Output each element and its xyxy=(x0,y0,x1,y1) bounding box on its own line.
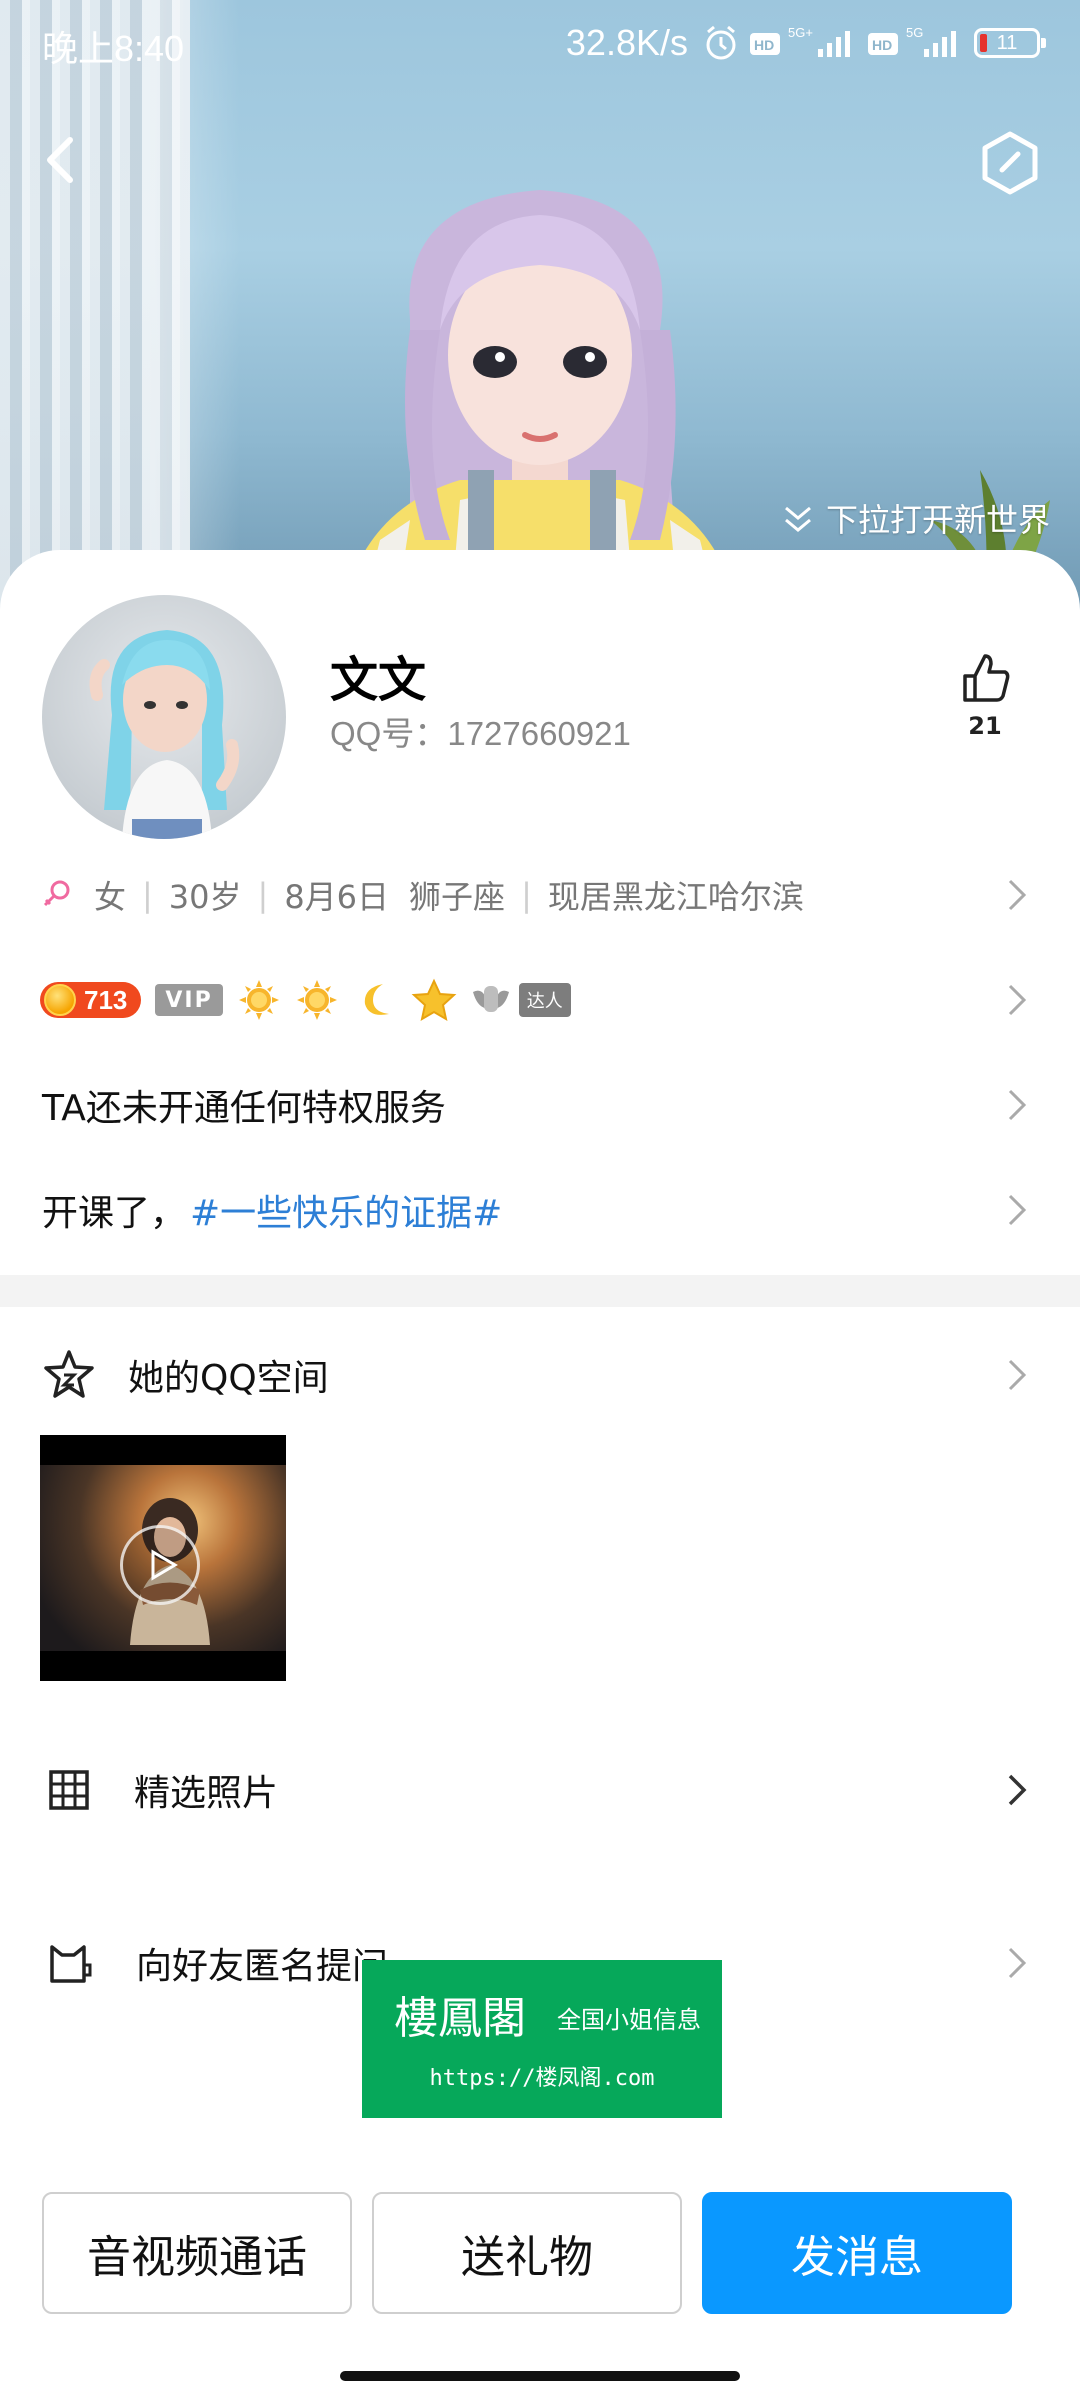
vip-badge: VIP xyxy=(155,984,223,1016)
qzone-star-icon xyxy=(44,1350,94,1398)
chevron-right-icon xyxy=(1008,879,1027,911)
svg-text:5G+: 5G+ xyxy=(788,25,813,40)
status-icons: 32.8K/s HD 5G+ HD 5G 11 xyxy=(565,18,1046,68)
separator: | xyxy=(257,876,269,914)
send-message-button[interactable]: 发消息 xyxy=(702,2192,1012,2314)
cat-mailbox-icon xyxy=(50,1945,92,1983)
cover-banner[interactable]: 晚上8:40 32.8K/s HD 5G+ HD 5G 11 下拉打开新世界 xyxy=(0,0,1080,620)
chevron-right-icon xyxy=(1008,1194,1027,1226)
home-indicator[interactable] xyxy=(340,2371,740,2381)
avatar-figure xyxy=(89,630,240,839)
svg-text:5G: 5G xyxy=(906,25,923,40)
alarm-icon xyxy=(706,25,736,60)
qzone-video-thumbnail[interactable] xyxy=(40,1435,286,1681)
grid-icon xyxy=(49,1770,89,1810)
like-button[interactable]: 21 xyxy=(950,650,1020,740)
level-badge: 713 xyxy=(40,982,142,1018)
gender-text: 女 xyxy=(94,878,127,916)
pull-down-hint[interactable]: 下拉打开新世界 xyxy=(780,495,1050,541)
qzone-title: 她的QQ空间 xyxy=(128,1358,329,1399)
separator: | xyxy=(142,876,153,914)
double-chevron-down-icon xyxy=(785,506,811,532)
age-text: 30岁 xyxy=(168,878,242,916)
play-icon[interactable] xyxy=(120,1525,200,1605)
pull-hint-text: 下拉打开新世界 xyxy=(825,501,1050,539)
video-call-button[interactable]: 音视频通话 xyxy=(42,2192,352,2314)
signature-tag-link[interactable]: #一些快乐的证据# xyxy=(190,1184,502,1236)
watermark-subtitle: 全国小姐信息 xyxy=(557,2006,701,2034)
chevron-right-icon xyxy=(1008,1774,1027,1806)
star-icon xyxy=(411,978,457,1022)
qq-number: QQ号：1727660921 xyxy=(330,715,631,752)
signature-row[interactable]: 开课了， #一些快乐的证据# xyxy=(0,1170,1080,1250)
action-bar: 音视频通话 送礼物 发消息 xyxy=(42,2192,1042,2314)
sun-icon xyxy=(296,980,337,1020)
section-divider xyxy=(0,1275,1080,1307)
battery-icon: 11 xyxy=(974,28,1046,58)
blinds-fade xyxy=(150,0,240,620)
svg-text:HD: HD xyxy=(754,37,774,53)
chevron-right-icon xyxy=(1008,1947,1027,1979)
basic-info-row[interactable]: 女 | 30岁 | 8月6日 狮子座 | 现居黑龙江哈尔滨 xyxy=(0,855,1080,935)
back-icon[interactable] xyxy=(36,130,86,190)
badges-row[interactable]: 713 VIP 达人 xyxy=(0,960,1080,1040)
chevron-right-icon xyxy=(1008,984,1027,1016)
daren-label: 达人 xyxy=(518,983,571,1017)
play-triangle xyxy=(151,1549,178,1581)
status-time: 晚上8:40 xyxy=(42,28,185,69)
privilege-row[interactable]: TA还未开通任何特权服务 xyxy=(0,1065,1080,1145)
daren-badge: 达人 xyxy=(471,978,571,1022)
status-bar: 晚上8:40 32.8K/s HD 5G+ HD 5G 11 xyxy=(0,0,1080,90)
qzone-row[interactable]: 她的QQ空间 xyxy=(0,1325,1080,1425)
hd-signal-icon: HD 5G+ xyxy=(750,25,850,57)
featured-photos-row[interactable]: 精选照片 xyxy=(0,1745,1080,1835)
battery-level: 11 xyxy=(996,31,1018,54)
privilege-text: TA还未开通任何特权服务 xyxy=(42,1088,446,1129)
profile-card: 文文 QQ号：1727660921 21 女 | 30岁 | 8月6日 狮子座 … xyxy=(0,550,1080,2400)
chevron-right-icon xyxy=(1008,1089,1027,1121)
avatar[interactable] xyxy=(42,595,286,839)
thumbs-up-icon xyxy=(963,654,1010,702)
anonymous-ask-title: 向好友匿名提问 xyxy=(136,1946,389,1987)
birthday-text: 8月6日 xyxy=(284,878,390,916)
female-icon xyxy=(43,880,70,907)
moon-icon xyxy=(364,984,389,1015)
profile-name: 文文 xyxy=(330,652,427,708)
signature-text: 开课了， xyxy=(42,1193,187,1234)
chevron-right-icon xyxy=(1008,1359,1027,1391)
separator: | xyxy=(521,876,532,914)
send-gift-button[interactable]: 送礼物 xyxy=(372,2192,682,2314)
winged-badge-icon xyxy=(472,986,509,1012)
sun-icon xyxy=(238,980,279,1020)
level-value: 713 xyxy=(84,984,128,1015)
network-speed: 32.8K/s xyxy=(565,22,688,63)
watermark-overlay: 樓鳳閣 全国小姐信息 https://楼凤阁.com xyxy=(362,1960,722,2118)
hd-signal-2-icon: HD 5G xyxy=(868,25,956,57)
watermark-url: https://楼凤阁.com xyxy=(429,2066,655,2091)
coin-icon xyxy=(44,984,76,1016)
watermark-title: 樓鳳閣 xyxy=(394,1993,526,2044)
svg-text:HD: HD xyxy=(872,37,892,53)
like-count: 21 xyxy=(968,712,1002,740)
hexagon-menu-icon[interactable] xyxy=(980,130,1040,196)
zodiac-text: 狮子座 xyxy=(409,878,506,916)
location-text: 现居黑龙江哈尔滨 xyxy=(547,878,804,916)
featured-photos-title: 精选照片 xyxy=(134,1773,279,1814)
